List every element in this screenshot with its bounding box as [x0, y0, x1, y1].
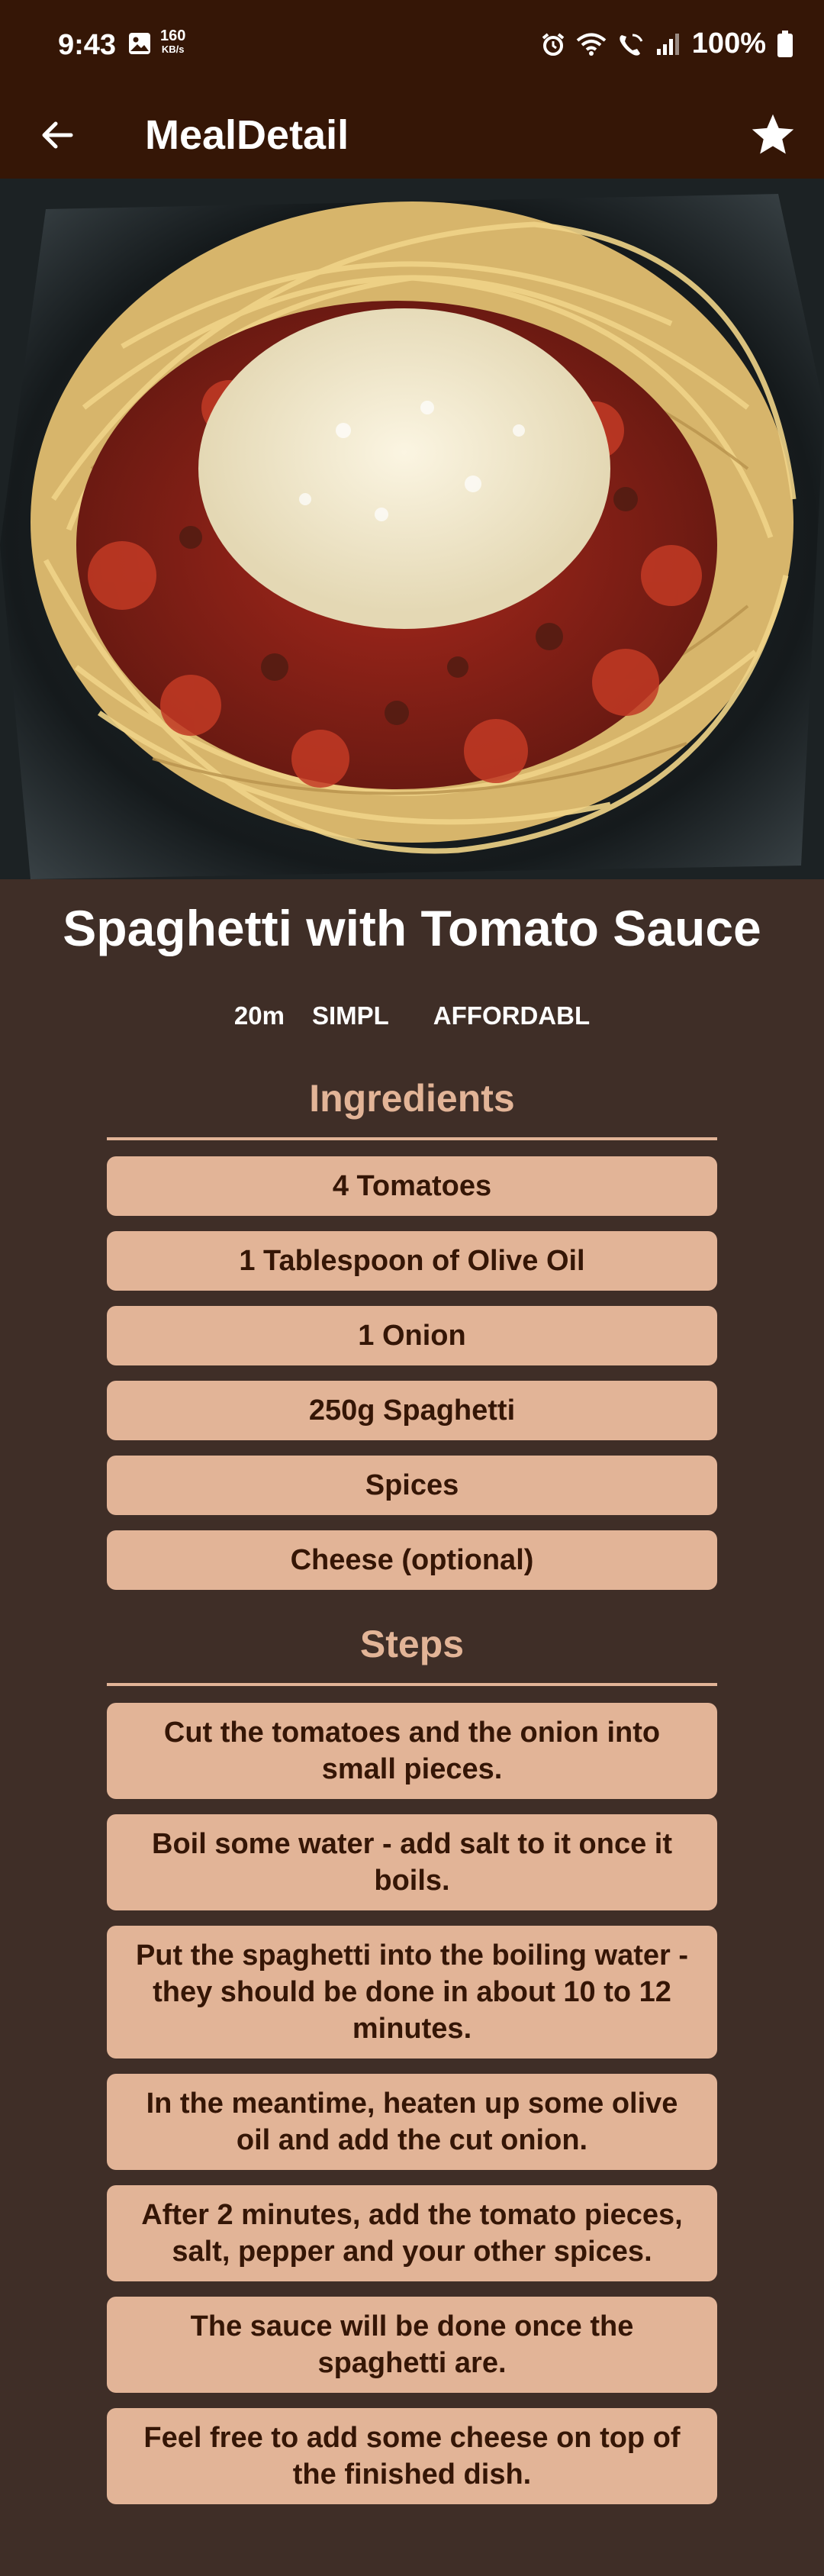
status-icons: 100% [541, 27, 793, 60]
network-speed-unit: KB/s [161, 44, 185, 55]
wifi-icon [576, 33, 607, 56]
ingredient-item: 4 Tomatoes [107, 1156, 717, 1216]
app-bar: MealDetail [0, 90, 824, 179]
steps-divider [107, 1683, 717, 1686]
steps-list: Cut the tomatoes and the onion into smal… [107, 1703, 717, 2520]
network-speed: 160 KB/s [160, 27, 186, 56]
steps-title: Steps [359, 1623, 465, 1665]
step-item: Put the spaghetti into the boiling water… [107, 1926, 717, 2059]
signal-icon [656, 33, 679, 55]
star-icon [752, 114, 794, 154]
ingredient-item: 1 Tablespoon of Olive Oil [107, 1231, 717, 1291]
step-item: Boil some water - add salt to it once it… [107, 1814, 717, 1910]
step-item: The sauce will be done once the spaghett… [107, 2297, 717, 2393]
ingredient-item: 250g Spaghetti [107, 1381, 717, 1440]
ingredient-item: 1 Onion [107, 1306, 717, 1365]
page-title: MealDetail [145, 112, 349, 158]
ingredient-item: Spices [107, 1456, 717, 1515]
alarm-icon [542, 32, 565, 56]
battery-icon [777, 30, 793, 57]
step-item: Feel free to add some cheese on top of t… [107, 2408, 717, 2504]
battery-percent: 100% [691, 27, 766, 60]
ingredients-title: Ingredients [309, 1077, 515, 1120]
step-item: In the meantime, heaten up some olive oi… [107, 2074, 717, 2170]
meal-affordability: AFFORDABL [433, 1001, 591, 1030]
step-item: Cut the tomatoes and the onion into smal… [107, 1703, 717, 1799]
status-time: 9:43 [58, 29, 117, 61]
meal-title: Spaghetti with Tomato Sauce [63, 900, 761, 956]
ingredients-divider [107, 1137, 717, 1140]
arrow-back-icon [42, 121, 73, 149]
back-button[interactable] [31, 108, 84, 162]
step-item: After 2 minutes, add the tomato pieces, … [107, 2185, 717, 2281]
meal-duration: 20m [233, 1001, 285, 1030]
meal-image [0, 179, 824, 879]
gallery-icon [129, 33, 150, 54]
favorite-button[interactable] [745, 107, 801, 163]
wifi-calling-icon [620, 34, 643, 56]
status-bar: 9:43 160 KB/s 100% [0, 0, 824, 90]
meal-details: 20m SIMPL AFFORDABL [0, 1001, 824, 1030]
network-speed-value: 160 [160, 27, 186, 44]
ingredients-list: 4 Tomatoes 1 Tablespoon of Olive Oil 1 O… [107, 1156, 717, 1605]
meal-complexity: SIMPL [311, 1001, 389, 1030]
ingredient-item: Cheese (optional) [107, 1530, 717, 1590]
